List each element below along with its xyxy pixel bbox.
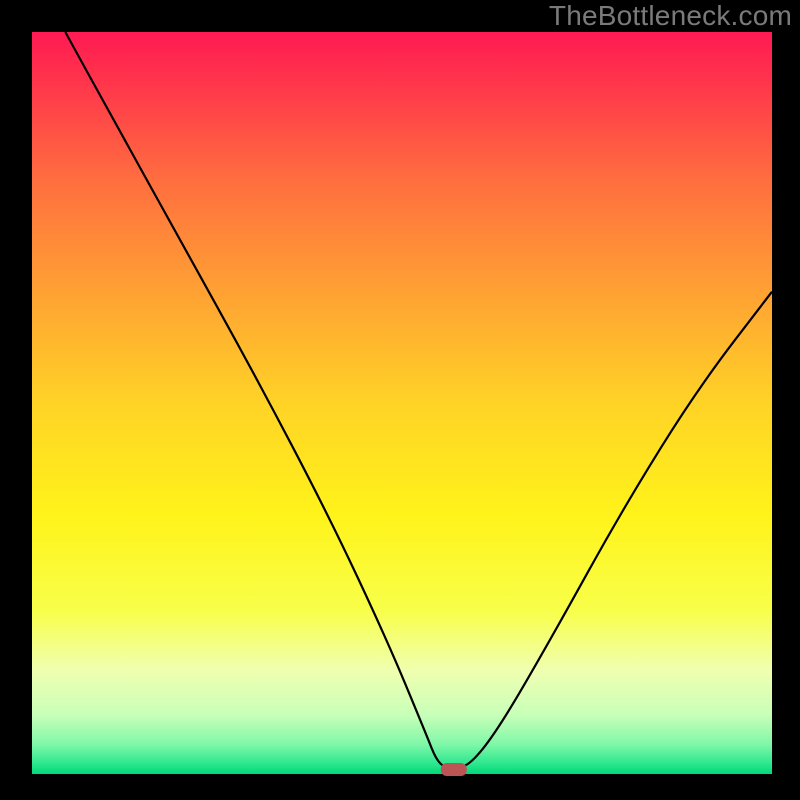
optimal-point-marker — [441, 763, 467, 776]
plot-background — [32, 32, 772, 774]
watermark-text: TheBottleneck.com — [549, 0, 792, 32]
chart-svg — [0, 0, 800, 800]
bottleneck-chart: TheBottleneck.com — [0, 0, 800, 800]
